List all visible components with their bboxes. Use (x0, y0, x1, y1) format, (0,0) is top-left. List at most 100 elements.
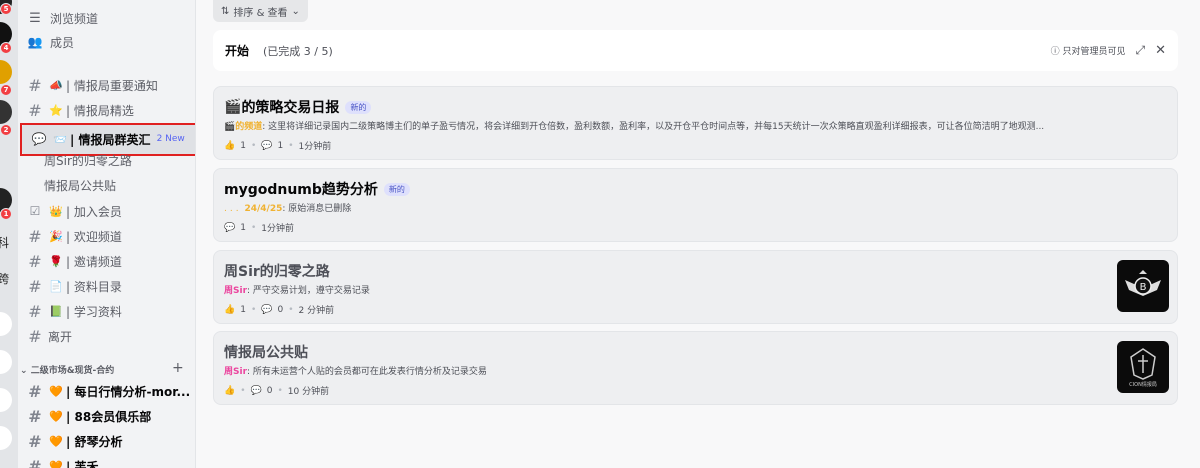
channel-item-fuhe[interactable]: # 🧡 | 芙禾 (26, 455, 194, 468)
channel-emoji-icon: ⭐ (49, 103, 63, 117)
unread-badge: 7 (0, 84, 12, 96)
browse-channels-icon: ☰ (29, 10, 41, 26)
post-preview-text: : 严守交易计划，遵守交易记录 (247, 286, 370, 296)
post-title-text: mygodnumb趋势分析 (224, 182, 378, 198)
channel-emoji-icon: 🧡 (49, 434, 63, 448)
unread-badge: 4 (0, 42, 12, 54)
post-thumbnail[interactable]: B (1117, 260, 1169, 312)
post-title: mygodnumb趋势分析 新的 (224, 179, 410, 199)
channel-emoji-icon: 🌹 (49, 254, 63, 268)
post-title-text: 情报局公共贴 (224, 345, 308, 361)
channel-item-notice[interactable]: # 📣 | 情报局重要通知 (26, 74, 189, 96)
sort-view-button[interactable]: ⇅ 排序 & 查看 ⌄ (213, 0, 308, 22)
onboarding-banner[interactable]: 开始 (已完成 3 / 5) ⓘ 只对管理员可见 ⤢ ✕ (213, 30, 1178, 71)
server-icon[interactable] (0, 426, 12, 450)
post-meta: 💬 1 • 1分钟前 (224, 222, 294, 235)
post-meta: 👍 1 • 💬 0 • 2 分钟前 (224, 304, 335, 317)
forum-post-card[interactable]: mygodnumb趋势分析 新的 ... 24/4/25: 原始消息已删除 💬 … (213, 168, 1178, 242)
thread-label: 周Sir的归零之路 (44, 153, 132, 168)
channel-item-daily-analysis[interactable]: # 🧡 | 每日行情分析-mor... (26, 380, 194, 402)
channel-emoji-icon: 🎉 (49, 229, 63, 243)
new-tag: 新的 (345, 100, 372, 114)
forum-main: ⇅ 排序 & 查看 ⌄ 开始 (已完成 3 / 5) ⓘ 只对管理员可见 ⤢ ✕… (195, 0, 1200, 468)
channel-emoji-icon: 👑 (49, 204, 63, 218)
svg-text:B: B (1140, 282, 1147, 293)
forum-post-card[interactable]: 情报局公共贴 周Sir: 所有未运营个人贴的会员都可在此发表行情分析及记录交易 … (213, 331, 1178, 405)
admin-only-note: ⓘ 只对管理员可见 (1051, 44, 1126, 57)
members-item[interactable]: 👥 成员 (26, 31, 189, 53)
server-name-fragment: 科 (0, 236, 10, 250)
server-icon[interactable] (0, 100, 12, 124)
browse-channels-item[interactable]: ☰ 浏览频道 (26, 7, 189, 29)
post-preview: 周Sir: 所有未运营个人贴的会员都可在此发表行情分析及记录交易 (224, 364, 1094, 377)
channel-item-shuqin[interactable]: # 🧡 | 舒琴分析 (26, 430, 194, 452)
post-title: 周Sir的归零之路 (224, 261, 330, 281)
hash-icon: # (28, 75, 42, 95)
thread-item[interactable]: 情报局公共贴 (44, 174, 194, 196)
unread-badge: 5 (0, 3, 12, 15)
thumbs-up-icon[interactable]: 👍 (224, 141, 235, 151)
server-icon[interactable] (0, 60, 12, 84)
admin-note-text: 只对管理员可见 (1062, 47, 1126, 57)
thread-item[interactable]: 周Sir的归零之路 (44, 149, 194, 171)
post-author: 的频道 (235, 122, 263, 132)
channel-emoji-icon: 📄 (49, 279, 63, 293)
members-label: 成员 (50, 35, 75, 50)
channel-item-docs-index[interactable]: # 📄 | 资料目录 (26, 275, 194, 297)
channel-item-learning[interactable]: # 📗 | 学习资料 (26, 300, 194, 322)
reaction-count: 1 (240, 140, 246, 151)
hash-icon: # (28, 326, 42, 346)
post-thumbnail[interactable]: CION情报局 (1117, 341, 1169, 393)
forum-post-card[interactable]: 🎬 的策略交易日报 新的 🎬的频道: 这里将详细记录国内二级策略博主们的单子盈亏… (213, 86, 1178, 160)
close-icon[interactable]: ✕ (1155, 43, 1166, 58)
sort-icon: ⇅ (221, 5, 230, 17)
channel-label: | 芙禾 (66, 459, 99, 468)
category-header[interactable]: ⌄ 二级市场&现货-合约 (20, 363, 114, 376)
thread-label: 情报局公共贴 (44, 178, 117, 193)
channel-emoji-icon: 🧡 (49, 459, 63, 468)
thumbs-up-icon[interactable]: 👍 (224, 386, 235, 396)
channel-label: | 邀请频道 (66, 254, 122, 269)
channel-emoji-icon: 📣 (49, 78, 63, 92)
channel-item-welcome[interactable]: # 🎉 | 欢迎频道 (26, 225, 194, 247)
post-time: 1分钟前 (261, 224, 294, 234)
channel-item-88-club[interactable]: # 🧡 | 88会员俱乐部 (26, 405, 194, 427)
channel-item-leave[interactable]: # 离开 (26, 325, 194, 347)
channel-item-featured[interactable]: # ⭐ | 情报局精选 (26, 99, 189, 121)
server-name-fragment: 跨 (0, 272, 10, 286)
add-channel-icon[interactable]: + (172, 360, 184, 376)
comment-count: 0 (277, 304, 284, 315)
post-preview: ... 24/4/25: 原始消息已删除 (224, 201, 1164, 214)
channel-label: | 资料目录 (66, 279, 122, 294)
channel-item-invite[interactable]: # 🌹 | 邀请频道 (26, 250, 194, 272)
unread-badge: 1 (0, 208, 12, 220)
browse-channels-label: 浏览频道 (50, 11, 99, 26)
comment-count: 1 (240, 222, 246, 233)
channel-emoji-icon: 🧡 (49, 384, 63, 398)
onboarding-progress: (已完成 3 / 5) (263, 44, 333, 58)
post-preview-text: : 所有未运营个人贴的会员都可在此发表行情分析及记录交易 (247, 367, 487, 377)
clapper-icon: 🎬 (224, 99, 242, 115)
expand-icon[interactable]: ⤢ (1135, 43, 1145, 58)
post-title-text: 周Sir的归零之路 (224, 264, 330, 280)
post-author: 周Sir (224, 286, 248, 296)
thumbs-up-icon[interactable]: 👍 (224, 305, 235, 315)
channel-label: | 情报局精选 (66, 103, 134, 118)
comment-icon: 💬 (250, 385, 262, 396)
server-icon[interactable] (0, 312, 12, 336)
comment-count: 0 (266, 385, 273, 396)
reaction-count: 1 (240, 304, 246, 315)
server-icon[interactable] (0, 350, 12, 374)
channel-item-join-member[interactable]: ☑ 👑 | 加入会员 (26, 200, 194, 222)
channel-label: | 欢迎频道 (66, 229, 122, 244)
onboarding-title: 开始 (225, 44, 250, 58)
hash-icon: # (28, 406, 42, 426)
new-tag: 新的 (383, 182, 410, 196)
chevron-down-icon: ⌄ (291, 5, 300, 17)
server-icon[interactable] (0, 388, 12, 412)
info-icon: ⓘ (1050, 47, 1060, 57)
hash-icon: # (28, 226, 42, 246)
post-title-text: 的策略交易日报 (241, 100, 340, 116)
forum-post-card[interactable]: 周Sir的归零之路 周Sir: 严守交易计划，遵守交易记录 👍 1 • 💬 0 … (213, 250, 1178, 324)
post-title: 🎬 的策略交易日报 新的 (224, 97, 372, 117)
